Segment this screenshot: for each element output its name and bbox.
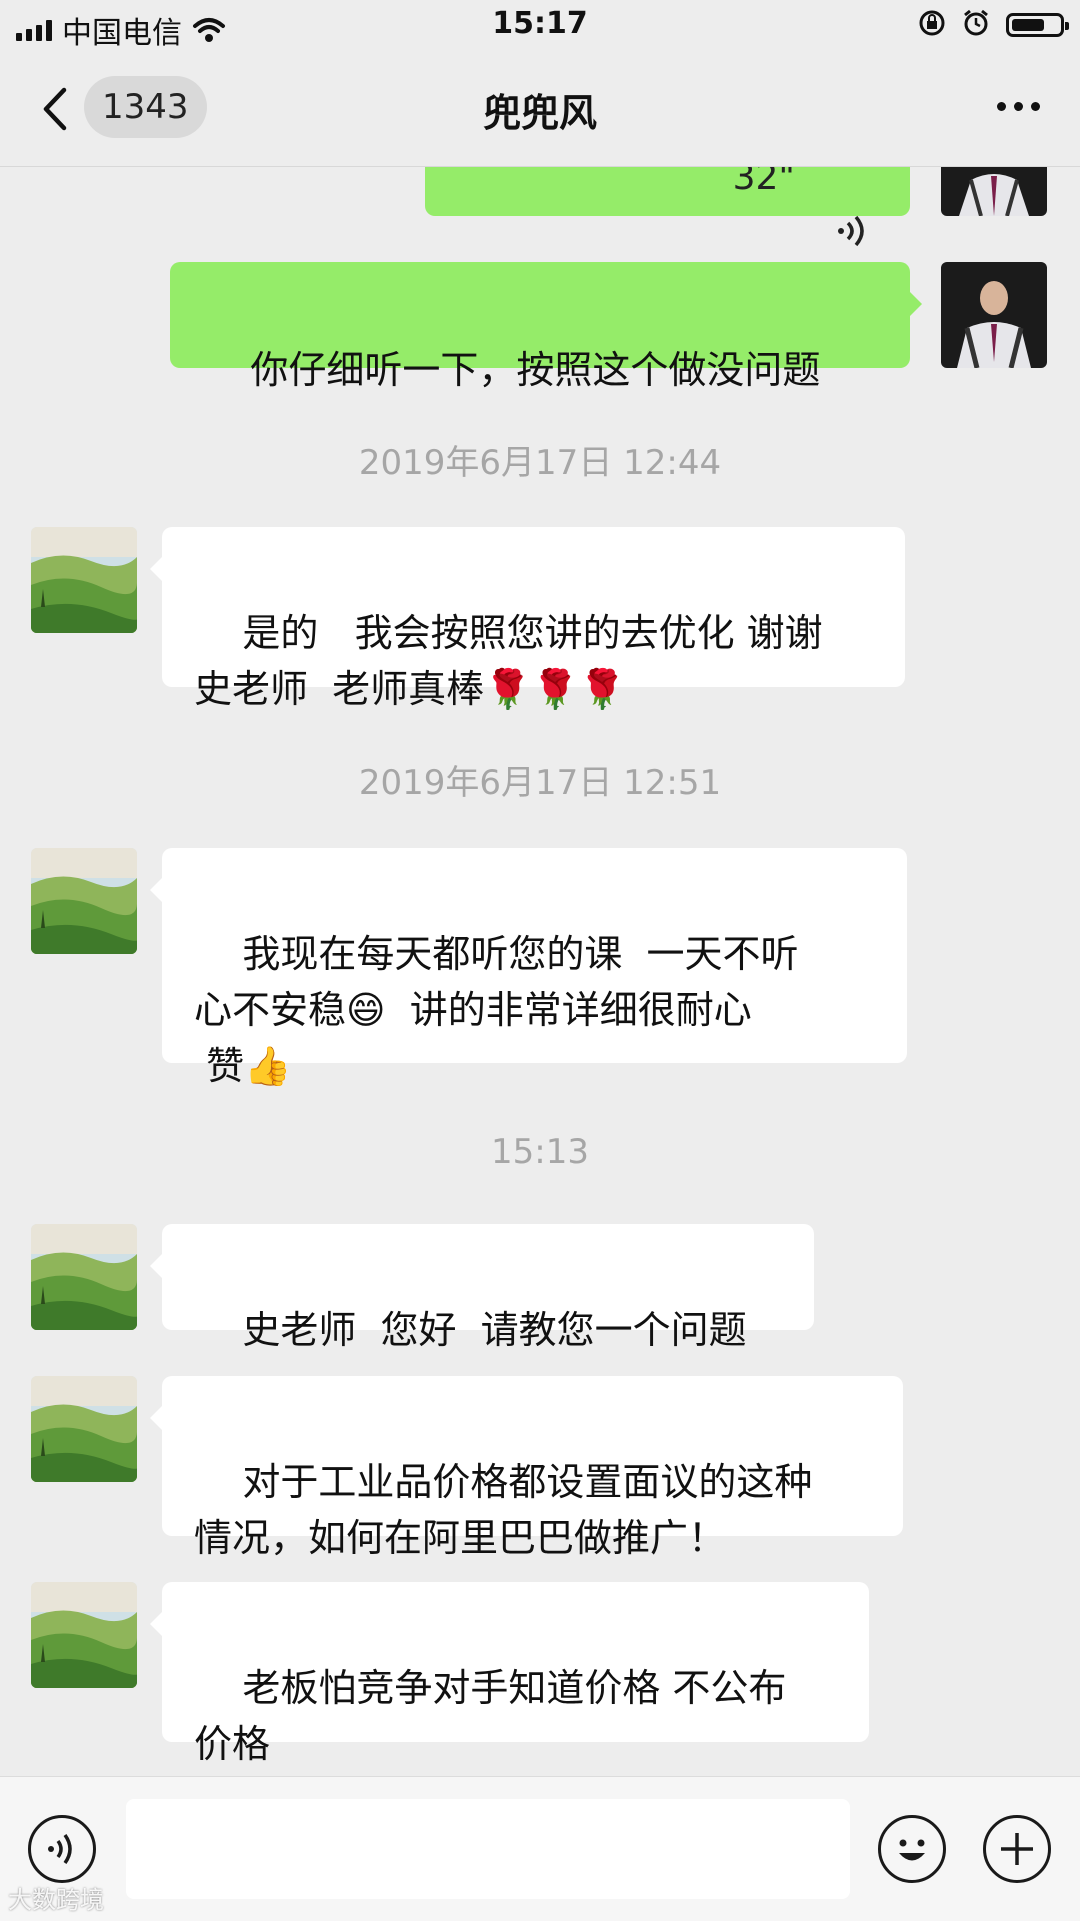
chat-title: 兜兜风 <box>482 91 597 135</box>
voice-input-icon[interactable] <box>28 1815 96 1883</box>
more-dots-icon[interactable] <box>997 102 1040 111</box>
received-message-text: 是的 我会按照您讲的去优化 谢谢 史老师 老师真棒🌹🌹🌹 <box>194 611 823 711</box>
received-message-text: 我现在每天都听您的课 一天不听 心不安稳😄 讲的非常详细很耐心 赞👍 <box>194 932 799 1088</box>
received-message-text: 老板怕竞争对手知道价格 不公布 价格 <box>194 1666 787 1766</box>
received-message-text: 史老师 您好 请教您一个问题 <box>242 1308 747 1352</box>
received-message-bubble[interactable]: 我现在每天都听您的课 一天不听 心不安稳😄 讲的非常详细很耐心 赞👍 <box>150 848 907 1088</box>
contact-avatar[interactable] <box>31 1224 137 1330</box>
timestamp: 2019年6月17日 12:51 <box>358 763 722 803</box>
timestamp: 15:13 <box>491 1132 589 1172</box>
my-avatar[interactable] <box>941 262 1047 368</box>
received-message-bubble[interactable]: 史老师 您好 请教您一个问题 <box>150 1224 814 1352</box>
emoji-icon[interactable] <box>878 1815 946 1883</box>
received-message-bubble[interactable]: 对于工业品价格都设置面议的这种 情况，如何在阿里巴巴做推广！ <box>150 1376 903 1560</box>
input-bar <box>0 1776 1080 1921</box>
chat-header: 1343 兜兜风 <box>0 52 1080 167</box>
contact-avatar[interactable] <box>31 1376 137 1482</box>
sent-message-bubble[interactable]: 你仔细听一下，按照这个做没问题 <box>170 262 922 392</box>
contact-avatar[interactable] <box>31 527 137 633</box>
timestamp: 2019年6月17日 12:44 <box>358 443 722 483</box>
received-message-bubble[interactable]: 老板怕竞争对手知道价格 不公布 价格 <box>150 1582 869 1766</box>
received-message-bubble[interactable]: 是的 我会按照您讲的去优化 谢谢 史老师 老师真棒🌹🌹🌹 <box>150 527 905 711</box>
message-input[interactable] <box>126 1799 850 1899</box>
watermark: 大数跨境 <box>8 1886 104 1914</box>
contact-avatar[interactable] <box>31 848 137 954</box>
message-list[interactable]: 32" 你仔细听一下，按照这个做没问题 2019年6月17日 12:44 是的 … <box>0 0 1080 1776</box>
plus-icon[interactable] <box>983 1815 1051 1883</box>
contact-avatar[interactable] <box>31 1582 137 1688</box>
received-message-text: 对于工业品价格都设置面议的这种 情况，如何在阿里巴巴做推广！ <box>194 1460 813 1560</box>
sent-message-text: 你仔细听一下，按照这个做没问题 <box>250 348 821 392</box>
